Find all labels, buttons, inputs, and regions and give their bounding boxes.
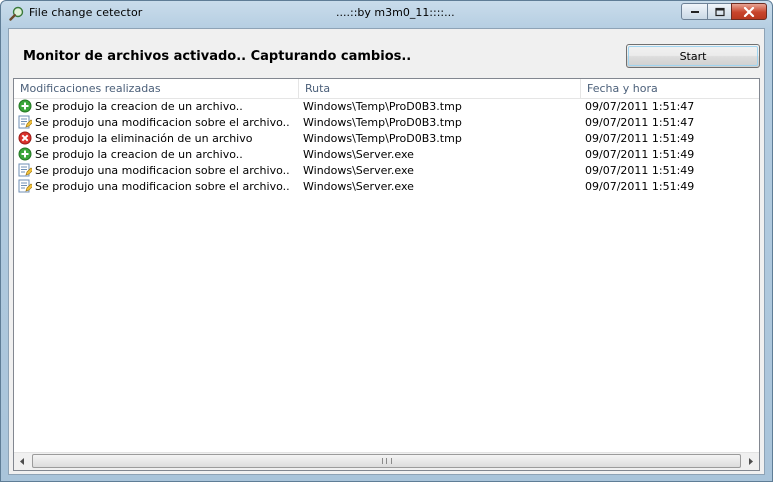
- close-button[interactable]: [731, 3, 767, 20]
- cell-action: Se produjo una modificacion sobre el arc…: [18, 163, 290, 179]
- title-bar[interactable]: File change cetector ....::by m3m0_11:::…: [1, 1, 772, 27]
- scroll-left-button[interactable]: [14, 453, 31, 470]
- table-row[interactable]: Se produjo una modificacion sobre el arc…: [14, 163, 759, 179]
- modify-icon: [18, 179, 32, 193]
- cell-action: Se produjo una modificacion sobre el arc…: [18, 179, 290, 195]
- row-datetime: 09/07/2011 1:51:47: [585, 116, 695, 129]
- row-datetime: 09/07/2011 1:51:49: [585, 148, 695, 161]
- row-path: Windows\Server.exe: [303, 148, 414, 161]
- changes-list[interactable]: Modificaciones realizadas Ruta Fecha y h…: [13, 78, 760, 471]
- delete-icon: [18, 131, 32, 145]
- column-header-modifications[interactable]: Modificaciones realizadas: [14, 79, 299, 98]
- list-rows: Se produjo la creacion de un archivo.. W…: [14, 99, 759, 195]
- row-path: Windows\Server.exe: [303, 164, 414, 177]
- row-datetime: 09/07/2011 1:51:49: [585, 164, 695, 177]
- row-action-text: Se produjo la eliminación de un archivo: [35, 132, 253, 145]
- row-action-text: Se produjo una modificacion sobre el arc…: [35, 180, 290, 193]
- window-title: File change cetector: [29, 6, 143, 19]
- table-row[interactable]: Se produjo la creacion de un archivo.. W…: [14, 99, 759, 115]
- table-row[interactable]: Se produjo la eliminación de un archivo …: [14, 131, 759, 147]
- cell-action: Se produjo la creacion de un archivo..: [18, 99, 243, 115]
- row-path: Windows\Temp\ProD0B3.tmp: [303, 132, 462, 145]
- create-icon: [18, 147, 32, 161]
- maximize-icon: [714, 7, 725, 16]
- table-row[interactable]: Se produjo la creacion de un archivo.. W…: [14, 147, 759, 163]
- maximize-button[interactable]: [707, 3, 732, 20]
- window-subtitle: ....::by m3m0_11::::...: [336, 6, 455, 19]
- client-area: Monitor de archivos activado.. Capturand…: [8, 28, 765, 475]
- minimize-button[interactable]: [681, 3, 708, 20]
- horizontal-scrollbar[interactable]: [14, 452, 759, 470]
- grip-icon: [381, 458, 392, 464]
- row-action-text: Se produjo una modificacion sobre el arc…: [35, 164, 290, 177]
- row-datetime: 09/07/2011 1:51:47: [585, 100, 695, 113]
- modify-icon: [18, 163, 32, 177]
- table-row[interactable]: Se produjo una modificacion sobre el arc…: [14, 115, 759, 131]
- row-path: Windows\Temp\ProD0B3.tmp: [303, 116, 462, 129]
- row-path: Windows\Temp\ProD0B3.tmp: [303, 100, 462, 113]
- list-header: Modificaciones realizadas Ruta Fecha y h…: [14, 79, 759, 99]
- app-window: File change cetector ....::by m3m0_11:::…: [0, 0, 773, 482]
- row-action-text: Se produjo una modificacion sobre el arc…: [35, 116, 290, 129]
- row-datetime: 09/07/2011 1:51:49: [585, 132, 695, 145]
- arrow-right-icon: [749, 458, 753, 465]
- cell-action: Se produjo la eliminación de un archivo: [18, 131, 252, 147]
- status-label: Monitor de archivos activado.. Capturand…: [23, 49, 412, 64]
- row-path: Windows\Server.exe: [303, 180, 414, 193]
- scrollbar-thumb[interactable]: [32, 454, 741, 468]
- row-action-text: Se produjo la creacion de un archivo..: [35, 148, 243, 161]
- column-header-datetime[interactable]: Fecha y hora: [581, 79, 759, 98]
- create-icon: [18, 99, 32, 113]
- modify-icon: [18, 115, 32, 129]
- row-action-text: Se produjo la creacion de un archivo..: [35, 100, 243, 113]
- start-button[interactable]: Start: [626, 44, 760, 68]
- minimize-icon: [690, 10, 699, 13]
- cell-action: Se produjo una modificacion sobre el arc…: [18, 115, 290, 131]
- scroll-right-button[interactable]: [742, 453, 759, 470]
- magnifier-app-icon[interactable]: [9, 6, 25, 22]
- table-row[interactable]: Se produjo una modificacion sobre el arc…: [14, 179, 759, 195]
- arrow-left-icon: [20, 458, 24, 465]
- row-datetime: 09/07/2011 1:51:49: [585, 180, 695, 193]
- cell-action: Se produjo la creacion de un archivo..: [18, 147, 243, 163]
- close-icon: [743, 6, 755, 17]
- column-header-path[interactable]: Ruta: [299, 79, 581, 98]
